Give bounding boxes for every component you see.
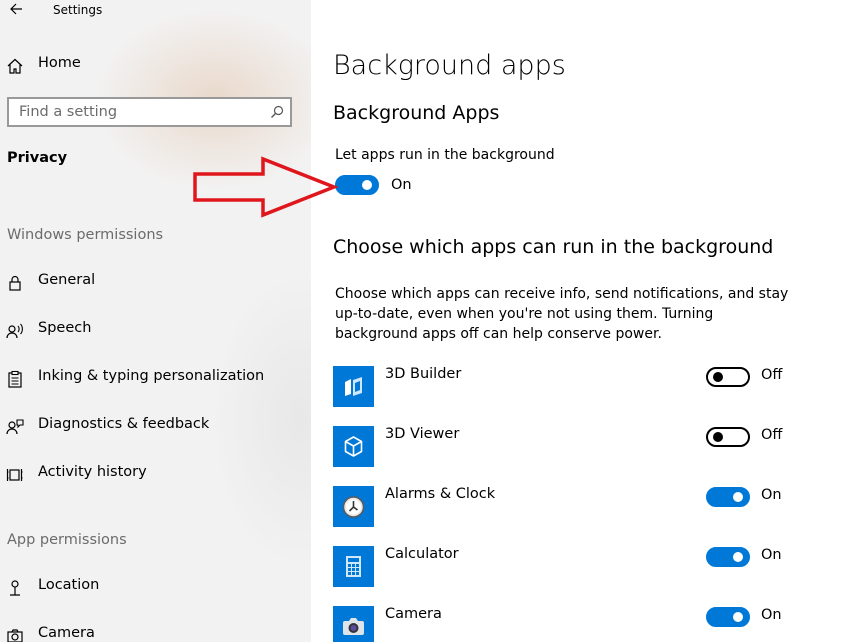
app-name: 3D Viewer — [385, 426, 460, 442]
sidebar-item-label: General — [38, 272, 96, 288]
toggle-knob — [713, 372, 723, 382]
sidebar-item-location[interactable]: Location — [0, 571, 311, 605]
toggle-state-label: Off — [761, 427, 783, 443]
app-toggle[interactable] — [706, 547, 750, 567]
app-row-3d-builder: 3D Builder Off — [333, 366, 823, 408]
sidebar-item-camera[interactable]: Camera — [0, 619, 311, 642]
background-apps-setting-label: Let apps run in the background — [335, 147, 555, 163]
camera-app-icon — [333, 606, 374, 642]
app-name: Alarms & Clock — [385, 486, 496, 502]
app-toggle[interactable] — [706, 607, 750, 627]
search-box[interactable] — [7, 97, 292, 127]
home-icon — [7, 58, 23, 74]
location-icon — [10, 580, 20, 596]
lock-icon — [9, 275, 21, 291]
toggle-knob — [713, 432, 723, 442]
toggle-knob — [362, 180, 372, 190]
sidebar-item-label: Home — [38, 55, 81, 71]
section-description: Choose which apps can receive info, send… — [335, 286, 789, 342]
sidebar-item-label: Activity history — [38, 464, 147, 480]
page-title: Background apps — [333, 50, 566, 81]
main-content: Background apps Background Apps Let apps… — [311, 0, 844, 642]
sidebar-item-diagnostics[interactable]: Diagnostics & feedback — [0, 410, 311, 444]
toggle-knob — [733, 552, 743, 562]
3d-viewer-icon — [333, 426, 374, 467]
app-toggle[interactable] — [706, 367, 750, 387]
app-row-3d-viewer: 3D Viewer Off — [333, 426, 823, 468]
toggle-state-label: On — [761, 487, 782, 503]
3d-builder-icon — [333, 366, 374, 407]
speech-icon — [6, 323, 23, 339]
sidebar-item-label: Inking & typing personalization — [38, 368, 265, 384]
app-row-camera: Camera On — [333, 606, 823, 642]
section-title: Choose which apps can run in the backgro… — [333, 236, 774, 258]
sidebar-item-home[interactable]: Home — [0, 49, 311, 83]
toggle-state-label: On — [761, 607, 782, 623]
app-toggle[interactable] — [706, 487, 750, 507]
calculator-icon — [333, 546, 374, 587]
sidebar-item-speech[interactable]: Speech — [0, 314, 311, 348]
app-name: Calculator — [385, 546, 459, 562]
toggle-state-label: On — [761, 547, 782, 563]
windows-permissions-heading: Windows permissions — [7, 227, 164, 243]
sidebar-item-label: Speech — [38, 320, 92, 336]
category-title: Privacy — [7, 150, 68, 166]
app-row-calculator: Calculator On — [333, 546, 823, 588]
feedback-icon — [6, 419, 24, 435]
clipboard-icon — [8, 370, 22, 388]
window-title: Settings — [53, 3, 103, 17]
settings-sidebar: Settings Home Privacy Windows permission… — [0, 0, 311, 642]
toggle-knob — [733, 612, 743, 622]
app-toggle[interactable] — [706, 427, 750, 447]
back-arrow-icon[interactable] — [8, 1, 24, 17]
sidebar-item-label: Camera — [38, 625, 95, 641]
toggle-knob — [733, 492, 743, 502]
sidebar-item-activity-history[interactable]: Activity history — [0, 458, 311, 492]
toggle-state-label: Off — [761, 367, 783, 383]
activity-history-icon — [6, 469, 23, 481]
subheading: Background Apps — [333, 102, 500, 124]
search-icon[interactable] — [270, 105, 284, 119]
app-row-alarms-clock: Alarms & Clock On — [333, 486, 823, 528]
sidebar-item-inking-typing[interactable]: Inking & typing personalization — [0, 362, 311, 396]
toggle-state-label: On — [391, 177, 412, 193]
sidebar-item-general[interactable]: General — [0, 266, 311, 300]
sidebar-item-label: Location — [38, 577, 100, 593]
sidebar-item-label: Diagnostics & feedback — [38, 416, 210, 432]
title-bar: Settings — [0, 0, 311, 22]
app-name: Camera — [385, 606, 442, 622]
camera-icon — [7, 629, 23, 642]
annotation-arrow — [193, 156, 339, 218]
alarm-clock-icon — [333, 486, 374, 527]
app-permissions-heading: App permissions — [7, 532, 127, 548]
app-name: 3D Builder — [385, 366, 462, 382]
search-input[interactable] — [9, 99, 269, 125]
